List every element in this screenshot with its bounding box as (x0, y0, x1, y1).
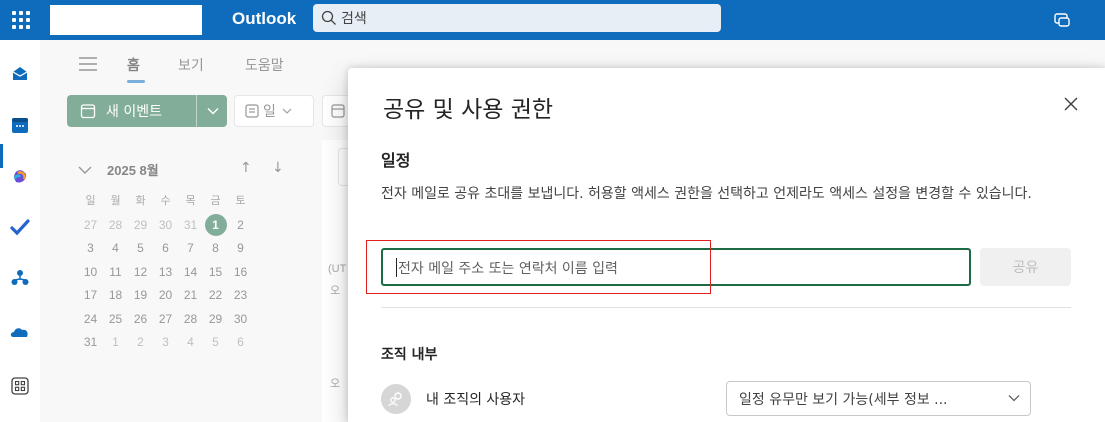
rail-selection-indicator (0, 144, 3, 168)
organization-logo (50, 5, 202, 35)
permission-dropdown[interactable]: 일정 유무만 보기 가능(세부 정보 ... (726, 381, 1031, 416)
copilot-icon[interactable] (10, 166, 30, 186)
calendar-icon[interactable] (10, 115, 30, 135)
onedrive-icon[interactable] (10, 322, 30, 342)
more-apps-icon[interactable] (10, 376, 30, 396)
permission-value: 일정 유무만 보기 가능(세부 정보 ... (739, 391, 948, 408)
section-divider (381, 307, 1071, 308)
people-icon[interactable] (10, 268, 30, 288)
highlight-box (366, 240, 711, 294)
sharing-description: 전자 메일로 공유 초대를 보냅니다. 허용할 액세스 권한을 선택하고 언제라… (381, 186, 1032, 202)
calendar-section-title: 일정 (381, 151, 411, 170)
app-name[interactable]: Outlook (232, 9, 296, 29)
close-icon[interactable] (1063, 96, 1079, 112)
mail-icon[interactable] (10, 64, 30, 84)
org-section-title: 조직 내부 (381, 347, 438, 363)
search-icon (321, 10, 336, 25)
org-person-label: 내 조직의 사용자 (426, 392, 526, 408)
share-button[interactable]: 공유 (980, 248, 1071, 286)
dialog-title: 공유 및 사용 권한 (383, 97, 554, 123)
app-launcher-icon[interactable] (10, 9, 32, 31)
search-placeholder: 검색 (341, 11, 367, 27)
app-rail (0, 40, 40, 422)
todo-icon[interactable] (10, 217, 30, 237)
meet-now-icon[interactable] (1052, 10, 1072, 30)
people-group-icon (381, 384, 411, 414)
search-box[interactable]: 검색 (313, 4, 721, 32)
top-bar: Outlook 검색 (0, 0, 1105, 40)
chevron-down-icon (1008, 395, 1020, 402)
